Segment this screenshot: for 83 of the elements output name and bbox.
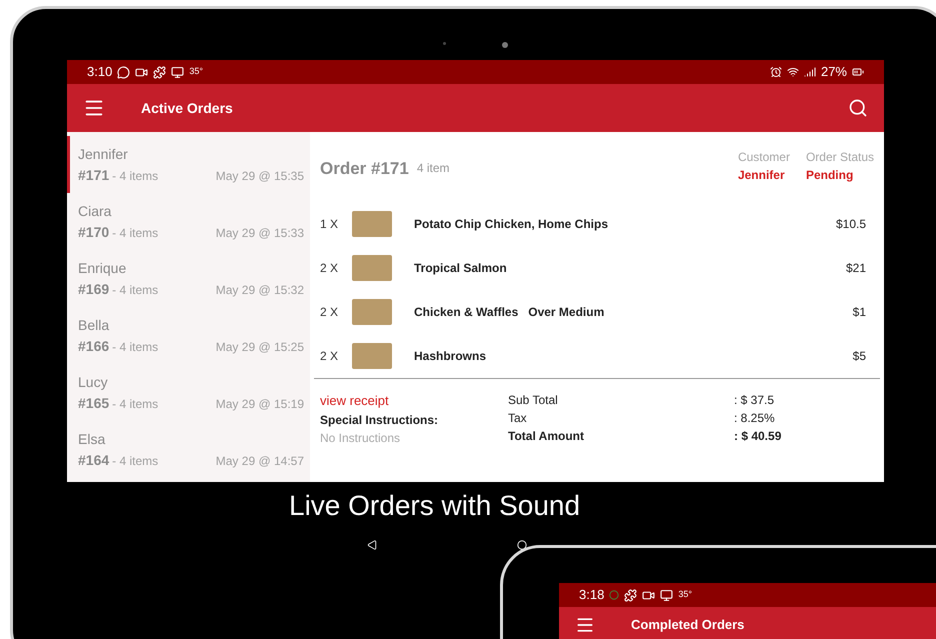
temperature: 35° xyxy=(189,65,203,78)
order-list-item[interactable]: Bella #166 - 4 items May 29 @ 15:25 xyxy=(67,307,310,364)
customer-name: Lucy xyxy=(78,372,109,392)
customer-value: Jennifer xyxy=(738,167,786,184)
instructions-label: Special Instructions: xyxy=(320,412,440,428)
order-item-count: 4 item xyxy=(416,160,450,177)
quantity: 2 X xyxy=(320,348,340,365)
quantity: 2 X xyxy=(320,304,340,321)
battery-level: 27% xyxy=(820,63,847,82)
photo-placeholder xyxy=(352,343,392,369)
status-time: 3:18 xyxy=(579,586,604,604)
app-title: Active Orders xyxy=(141,98,233,118)
monitor-icon xyxy=(660,588,674,602)
order-time: May 29 @ 15:33 xyxy=(216,224,304,242)
battery-icon xyxy=(852,66,864,78)
total-label: Total Amount xyxy=(508,428,585,445)
video-icon xyxy=(135,66,148,78)
item-count: - 4 items xyxy=(112,396,158,412)
quantity: 2 X xyxy=(320,260,340,277)
item-count: - 4 items xyxy=(112,282,158,298)
order-number: #165 xyxy=(78,394,110,412)
chat-icon xyxy=(117,66,130,78)
item-name: Tropical Salmon xyxy=(414,260,507,277)
customer-name: Elsa xyxy=(78,430,106,448)
puzzle-icon xyxy=(153,66,166,78)
item-count: - 4 items xyxy=(112,452,158,470)
order-number: #166 xyxy=(78,336,110,356)
customer-label: Customer xyxy=(738,149,790,166)
total-value: : $ 37.5 xyxy=(734,392,774,409)
photo-placeholder xyxy=(352,211,392,237)
order-title: Order #171 xyxy=(320,158,409,180)
home-icon[interactable] xyxy=(517,540,527,550)
order-time: May 29 @ 15:25 xyxy=(216,338,304,356)
camera-icon xyxy=(502,42,508,48)
caption: Live Orders with Sound xyxy=(289,489,582,523)
order-time: May 29 @ 14:57 xyxy=(216,452,304,470)
search-icon[interactable] xyxy=(848,98,868,118)
order-list-item[interactable]: Lucy #165 - 4 items May 29 @ 15:19 xyxy=(67,364,310,421)
alarm-icon xyxy=(770,66,782,78)
customer-name: Bella xyxy=(78,316,110,334)
item-price: $1 xyxy=(852,304,866,321)
puzzle-icon xyxy=(624,588,638,602)
customer-name: Jennifer xyxy=(78,144,129,164)
customer-name: Ciara xyxy=(78,202,112,220)
total-label: Tax xyxy=(508,410,528,427)
total-value: : 8.25% xyxy=(734,410,775,427)
customer-name: Enrique xyxy=(78,258,128,278)
order-list-item[interactable]: Ciara #170 - 4 items May 29 @ 15:33 xyxy=(67,193,310,250)
circle-icon xyxy=(609,590,620,600)
sensor-icon xyxy=(443,42,446,45)
monitor-icon xyxy=(171,66,184,78)
item-name: Chicken & Waffles Over Medium xyxy=(414,304,604,321)
item-count: - 4 items xyxy=(112,338,158,356)
total-label: Sub Total xyxy=(508,392,559,409)
status-value: Pending xyxy=(806,167,854,184)
item-count: - 4 items xyxy=(112,224,158,242)
order-number: #164 xyxy=(78,450,110,470)
view-receipt-link[interactable]: view receipt xyxy=(320,391,508,410)
quantity: 1 X xyxy=(320,216,340,233)
status-label: Order Status xyxy=(806,149,874,166)
item-name: Potato Chip Chicken, Home Chips xyxy=(414,216,608,233)
order-list-item[interactable]: Elsa #164 - 4 items May 29 @ 14:57 xyxy=(67,421,310,478)
photo-placeholder xyxy=(352,299,392,325)
order-number: #169 xyxy=(78,280,110,298)
item-count: - 4 items xyxy=(112,168,158,184)
order-number: #171 xyxy=(78,166,110,184)
photo-placeholder xyxy=(352,255,392,281)
temperature: 35° xyxy=(678,588,692,602)
item-price: $21 xyxy=(846,260,866,277)
item-price: $5 xyxy=(852,348,866,365)
total-value: : $ 40.59 xyxy=(734,428,782,445)
item-price: $10.5 xyxy=(836,216,866,233)
instructions-text: No Instructions xyxy=(320,430,402,446)
order-list-item[interactable]: Enrique #169 - 4 items May 29 @ 15:32 xyxy=(67,250,310,307)
order-time: May 29 @ 15:19 xyxy=(216,396,304,412)
order-number: #170 xyxy=(78,222,110,242)
order-time: May 29 @ 15:32 xyxy=(216,282,304,298)
back-icon[interactable] xyxy=(367,540,377,550)
item-name: Hashbrowns xyxy=(414,348,486,365)
order-time: May 29 @ 15:35 xyxy=(216,168,304,184)
app-title: Completed Orders xyxy=(631,616,744,634)
video-icon xyxy=(642,588,656,602)
status-time: 3:10 xyxy=(87,63,112,82)
